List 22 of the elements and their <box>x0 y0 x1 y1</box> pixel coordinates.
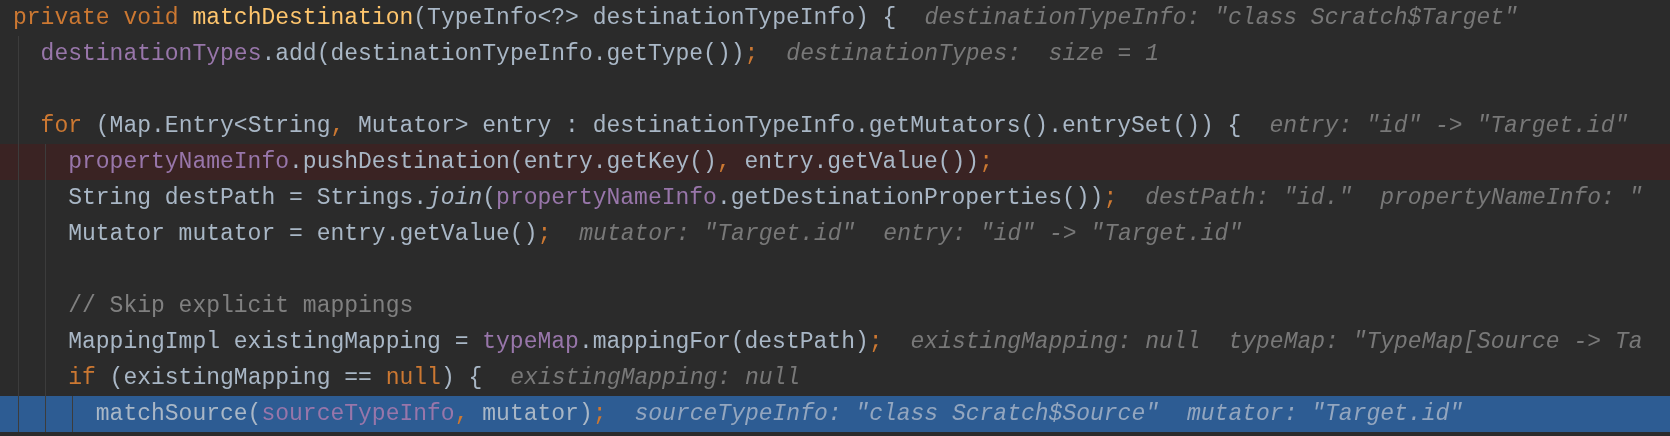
code-line: String destPath = Strings.join(propertyNameInfo.getDestinationProperties()); <box>68 184 1118 213</box>
code-line: matchSource(sourceTypeInfo, mutator); <box>95 400 607 429</box>
code-line: Mutator mutator = entry.getValue(); <box>68 220 552 249</box>
inline-value-hint: typeMap: "TypeMap[Source -> Ta <box>1228 328 1643 357</box>
code-line: private void matchDestination(TypeInfo<?> destinationTypeInfo) { <box>13 4 897 33</box>
inline-value-hint: destinationTypeInfo: "class Scratch$Target" <box>924 4 1518 33</box>
inline-value-hint: destinationTypes: size = 1 <box>786 40 1159 69</box>
inline-value-hint: existingMapping: null <box>910 328 1201 357</box>
inline-value-hint: entry: "id" -> "Target.id" <box>1269 112 1629 141</box>
inline-value-hint: propertyNameInfo: " <box>1380 184 1643 213</box>
code-line: // Skip explicit mappings <box>68 292 414 321</box>
inline-value-hint: mutator: "Target.id" <box>1187 400 1464 429</box>
code-line: for (Map.Entry<String, Mutator> entry : destinationTypeInfo.getMutators().entrySet()) { <box>40 112 1242 141</box>
inline-value-hint: entry: "id" -> "Target.id" <box>883 220 1243 249</box>
code-line: destinationTypes.add(destinationTypeInfo.getType()); <box>40 40 759 69</box>
inline-value-hint: sourceTypeInfo: "class Scratch$Source" <box>634 400 1159 429</box>
inline-value-hint: mutator: "Target.id" <box>579 220 856 249</box>
code-line: MappingImpl existingMapping = typeMap.mappingFor(destPath); <box>68 328 883 357</box>
code-line: if (existingMapping == null) { <box>68 364 483 393</box>
inline-value-hint: destPath: "id." <box>1145 184 1353 213</box>
code-line: propertyNameInfo.pushDestination(entry.getKey(), entry.getValue()); <box>68 148 993 177</box>
inline-value-hint: existingMapping: null <box>510 364 801 393</box>
